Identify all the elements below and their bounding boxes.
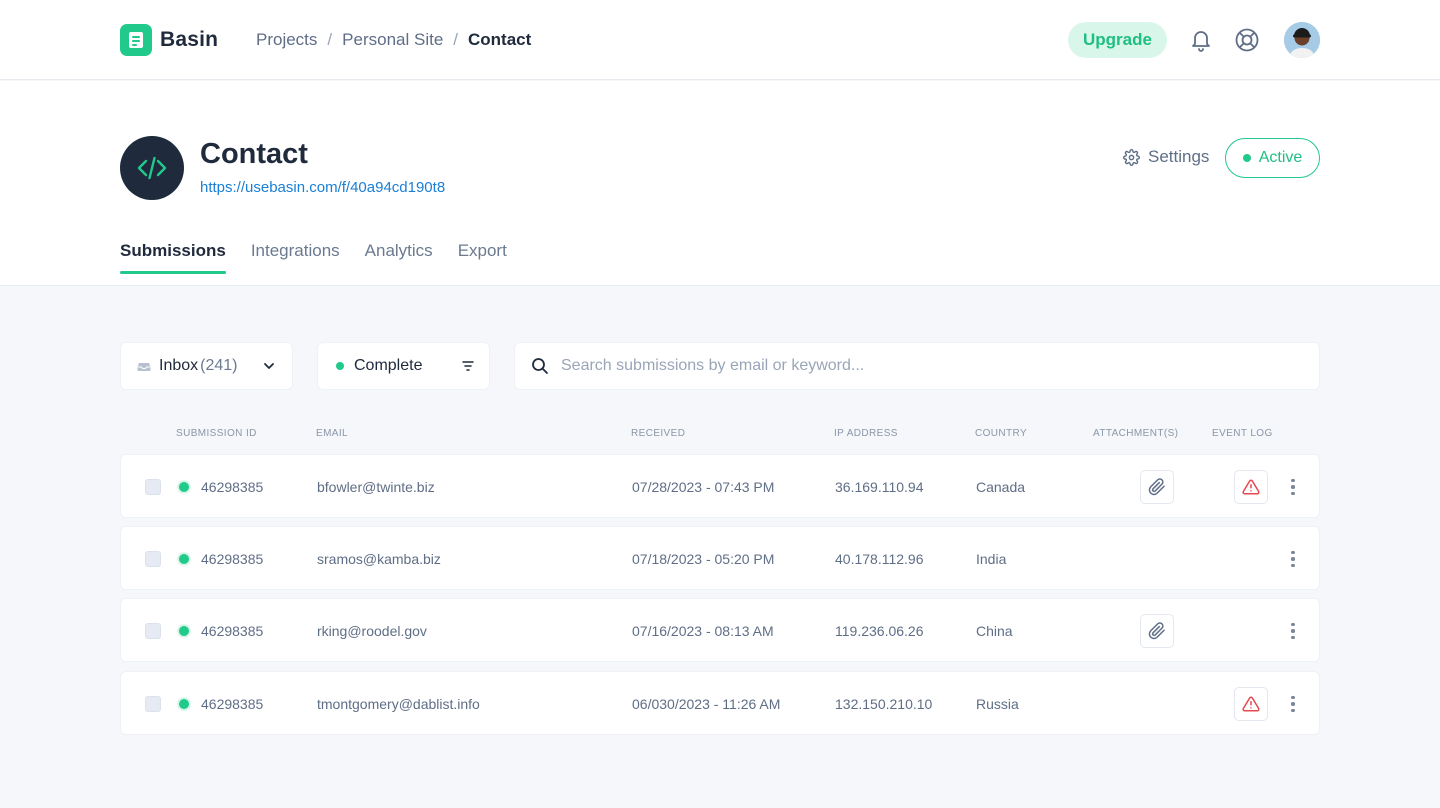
filter-icon — [462, 361, 474, 371]
submission-received: 07/16/2023 - 08:13 AM — [632, 623, 774, 639]
status-dot-icon — [179, 482, 189, 492]
submission-id: 46298385 — [201, 479, 264, 495]
breadcrumb-separator: / — [327, 30, 333, 49]
submission-received: 07/28/2023 - 07:43 PM — [632, 479, 775, 495]
top-bar: Basin Projects / Personal Site / Contact… — [0, 0, 1440, 80]
tab-export[interactable]: Export — [458, 241, 507, 273]
tab-bar: Submissions Integrations Analytics Expor… — [120, 241, 507, 274]
settings-label: Settings — [1148, 147, 1210, 166]
form-header: Contact https://usebasin.com/f/40a94cd19… — [0, 81, 1440, 286]
search-icon — [532, 358, 548, 374]
column-header-submission-id: SUBMISSION ID — [176, 428, 257, 439]
inbox-label: Inbox — [159, 357, 199, 374]
event-log-warning-button[interactable] — [1234, 687, 1268, 721]
table-row[interactable]: 46298385 rking@roodel.gov 07/16/2023 - 0… — [120, 598, 1320, 662]
submission-ip: 36.169.110.94 — [835, 479, 924, 495]
inbox-dropdown[interactable]: Inbox (241) — [120, 342, 293, 390]
attachment-button[interactable] — [1140, 470, 1174, 504]
warning-icon — [1242, 479, 1260, 495]
breadcrumb: Projects / Personal Site / Contact — [256, 30, 531, 50]
upgrade-button[interactable]: Upgrade — [1068, 22, 1167, 58]
attachment-button[interactable] — [1140, 614, 1174, 648]
complete-dot-icon — [336, 362, 344, 370]
row-menu-icon[interactable] — [1284, 475, 1302, 499]
submission-ip: 40.178.112.96 — [835, 551, 924, 567]
column-header-country: COUNTRY — [975, 428, 1028, 439]
breadcrumb-current: Contact — [468, 30, 532, 49]
active-dot-icon — [1242, 154, 1251, 162]
status-dot-icon — [179, 699, 189, 709]
bell-icon[interactable] — [1188, 27, 1214, 53]
paperclip-icon — [1148, 622, 1165, 640]
help-lifebuoy-icon[interactable] — [1234, 27, 1260, 53]
row-checkbox[interactable] — [145, 479, 161, 495]
submission-email: bfowler@twinte.biz — [317, 479, 435, 495]
table-row[interactable]: 46298385 tmontgomery@dablist.info 06/030… — [120, 671, 1320, 735]
submission-country: India — [976, 551, 1007, 567]
row-menu-icon[interactable] — [1284, 619, 1302, 643]
warning-icon — [1242, 696, 1260, 712]
column-header-attachments: ATTACHMENT(S) — [1093, 428, 1179, 439]
status-filter-label: Complete — [354, 357, 423, 374]
submission-country: Russia — [976, 696, 1019, 712]
event-log-warning-button[interactable] — [1234, 470, 1268, 504]
inbox-count: (241) — [200, 357, 238, 374]
submission-email: tmontgomery@dablist.info — [317, 696, 480, 712]
page-title: Contact — [200, 138, 308, 170]
column-header-ip-address: IP ADDRESS — [834, 428, 898, 439]
search-bar[interactable] — [514, 342, 1320, 390]
submission-email: rking@roodel.gov — [317, 623, 427, 639]
status-dot-icon — [179, 626, 189, 636]
brand-name: Basin — [160, 28, 219, 51]
submission-received: 06/030/2023 - 11:26 AM — [632, 696, 781, 712]
submission-id: 46298385 — [201, 551, 264, 567]
submission-ip: 132.150.210.10 — [835, 696, 933, 712]
gear-icon — [1123, 148, 1140, 166]
column-header-event-log: EVENT LOG — [1212, 428, 1273, 439]
table-row[interactable]: 46298385 sramos@kamba.biz 07/18/2023 - 0… — [120, 526, 1320, 590]
row-menu-icon[interactable] — [1284, 547, 1302, 571]
row-menu-icon[interactable] — [1284, 692, 1302, 716]
column-header-email: EMAIL — [316, 428, 349, 439]
paperclip-icon — [1148, 478, 1165, 496]
tab-analytics[interactable]: Analytics — [365, 241, 433, 273]
basin-logo-icon — [120, 24, 152, 56]
breadcrumb-projects[interactable]: Projects — [256, 30, 317, 50]
inbox-icon — [137, 363, 151, 371]
submission-id: 46298385 — [201, 696, 264, 712]
code-icon — [120, 136, 184, 200]
tab-integrations[interactable]: Integrations — [251, 241, 340, 273]
form-endpoint-link[interactable]: https://usebasin.com/f/40a94cd190t8 — [200, 179, 445, 196]
status-filter[interactable]: Complete — [317, 342, 490, 390]
submission-email: sramos@kamba.biz — [317, 551, 441, 567]
breadcrumb-personal-site[interactable]: Personal Site — [342, 30, 443, 50]
submission-id: 46298385 — [201, 623, 264, 639]
submission-country: China — [976, 623, 1013, 639]
search-input[interactable] — [561, 357, 1303, 375]
status-badge[interactable]: Active — [1225, 138, 1320, 178]
status-dot-icon — [179, 554, 189, 564]
tab-submissions[interactable]: Submissions — [120, 241, 226, 274]
logo[interactable]: Basin — [120, 24, 218, 56]
submission-country: Canada — [976, 479, 1026, 495]
avatar[interactable] — [1284, 22, 1320, 58]
submission-ip: 119.236.06.26 — [835, 623, 924, 639]
chevron-down-icon — [264, 363, 274, 369]
row-checkbox[interactable] — [145, 623, 161, 639]
settings-button[interactable]: Settings — [1123, 147, 1209, 167]
table-row[interactable]: 46298385 bfowler@twinte.biz 07/28/2023 -… — [120, 454, 1320, 518]
breadcrumb-separator: / — [453, 30, 459, 49]
column-header-received: RECEIVED — [631, 428, 686, 439]
submission-received: 07/18/2023 - 05:20 PM — [632, 551, 775, 567]
row-checkbox[interactable] — [145, 696, 161, 712]
status-label: Active — [1258, 149, 1303, 166]
row-checkbox[interactable] — [145, 551, 161, 567]
